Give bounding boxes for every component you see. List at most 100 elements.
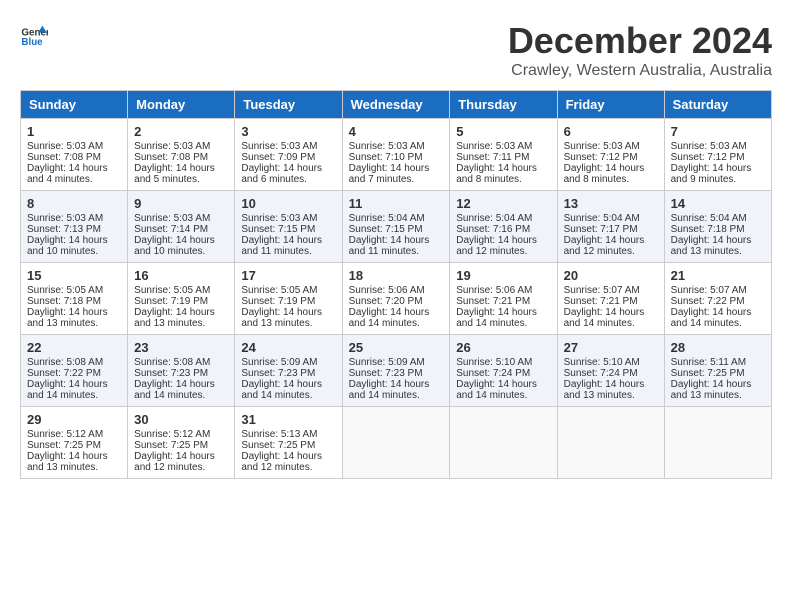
sunrise-text: Sunrise: 5:06 AM: [456, 285, 532, 296]
sunset-text: Sunset: 7:19 PM: [241, 296, 315, 307]
calendar: SundayMondayTuesdayWednesdayThursdayFrid…: [20, 90, 772, 479]
header: General Blue December 2024 Crawley, West…: [20, 20, 772, 80]
sunset-text: Sunset: 7:21 PM: [564, 296, 638, 307]
header-sunday: Sunday: [21, 91, 128, 119]
sunrise-text: Sunrise: 5:03 AM: [349, 141, 425, 152]
day-number: 30: [134, 412, 228, 427]
day-number: 14: [671, 196, 765, 211]
daylight-text: Daylight: 14 hours and 14 minutes.: [349, 307, 430, 329]
sunrise-text: Sunrise: 5:07 AM: [564, 285, 640, 296]
daylight-text: Daylight: 14 hours and 14 minutes.: [456, 307, 537, 329]
calendar-cell: 22Sunrise: 5:08 AMSunset: 7:22 PMDayligh…: [21, 335, 128, 407]
location-title: Crawley, Western Australia, Australia: [508, 62, 772, 80]
sunrise-text: Sunrise: 5:03 AM: [671, 141, 747, 152]
day-number: 10: [241, 196, 335, 211]
day-number: 26: [456, 340, 550, 355]
logo: General Blue: [20, 20, 48, 48]
sunrise-text: Sunrise: 5:10 AM: [456, 357, 532, 368]
sunset-text: Sunset: 7:25 PM: [27, 440, 101, 451]
sunrise-text: Sunrise: 5:12 AM: [134, 429, 210, 440]
day-number: 27: [564, 340, 658, 355]
daylight-text: Daylight: 14 hours and 12 minutes.: [134, 451, 215, 473]
daylight-text: Daylight: 14 hours and 12 minutes.: [241, 451, 322, 473]
daylight-text: Daylight: 14 hours and 4 minutes.: [27, 163, 108, 185]
calendar-cell: 17Sunrise: 5:05 AMSunset: 7:19 PMDayligh…: [235, 263, 342, 335]
sunset-text: Sunset: 7:19 PM: [134, 296, 208, 307]
calendar-cell: 23Sunrise: 5:08 AMSunset: 7:23 PMDayligh…: [128, 335, 235, 407]
calendar-cell: 14Sunrise: 5:04 AMSunset: 7:18 PMDayligh…: [664, 191, 771, 263]
day-number: 20: [564, 268, 658, 283]
daylight-text: Daylight: 14 hours and 11 minutes.: [349, 235, 430, 257]
calendar-week-row: 1Sunrise: 5:03 AMSunset: 7:08 PMDaylight…: [21, 119, 772, 191]
sunrise-text: Sunrise: 5:05 AM: [241, 285, 317, 296]
calendar-cell: 20Sunrise: 5:07 AMSunset: 7:21 PMDayligh…: [557, 263, 664, 335]
sunset-text: Sunset: 7:23 PM: [349, 368, 423, 379]
sunrise-text: Sunrise: 5:07 AM: [671, 285, 747, 296]
sunset-text: Sunset: 7:16 PM: [456, 224, 530, 235]
svg-text:Blue: Blue: [21, 37, 43, 48]
day-number: 16: [134, 268, 228, 283]
sunset-text: Sunset: 7:12 PM: [564, 152, 638, 163]
day-number: 15: [27, 268, 121, 283]
calendar-cell: 29Sunrise: 5:12 AMSunset: 7:25 PMDayligh…: [21, 407, 128, 479]
header-tuesday: Tuesday: [235, 91, 342, 119]
calendar-cell: 21Sunrise: 5:07 AMSunset: 7:22 PMDayligh…: [664, 263, 771, 335]
sunset-text: Sunset: 7:25 PM: [671, 368, 745, 379]
sunset-text: Sunset: 7:10 PM: [349, 152, 423, 163]
sunset-text: Sunset: 7:23 PM: [134, 368, 208, 379]
sunrise-text: Sunrise: 5:03 AM: [27, 141, 103, 152]
sunrise-text: Sunrise: 5:04 AM: [564, 213, 640, 224]
sunset-text: Sunset: 7:14 PM: [134, 224, 208, 235]
header-friday: Friday: [557, 91, 664, 119]
sunrise-text: Sunrise: 5:04 AM: [349, 213, 425, 224]
title-area: December 2024 Crawley, Western Australia…: [508, 20, 772, 80]
logo-icon: General Blue: [20, 20, 48, 48]
daylight-text: Daylight: 14 hours and 14 minutes.: [134, 379, 215, 401]
sunrise-text: Sunrise: 5:05 AM: [134, 285, 210, 296]
daylight-text: Daylight: 14 hours and 14 minutes.: [241, 379, 322, 401]
calendar-cell: 25 Sunrise: 5:09 AMSunset: 7:23 PMDayligh…: [342, 335, 450, 407]
sunset-text: Sunset: 7:08 PM: [27, 152, 101, 163]
day-number: 13: [564, 196, 658, 211]
day-number: 1: [27, 124, 121, 139]
daylight-text: Daylight: 14 hours and 13 minutes.: [564, 379, 645, 401]
sunrise-text: Sunrise: 5:11 AM: [671, 357, 746, 368]
calendar-header-row: SundayMondayTuesdayWednesdayThursdayFrid…: [21, 91, 772, 119]
sunset-text: Sunset: 7:20 PM: [349, 296, 423, 307]
calendar-cell: [450, 407, 557, 479]
calendar-cell: 28Sunrise: 5:11 AMSunset: 7:25 PMDayligh…: [664, 335, 771, 407]
sunset-text: Sunset: 7:09 PM: [241, 152, 315, 163]
daylight-text: Daylight: 14 hours and 10 minutes.: [134, 235, 215, 257]
daylight-text: Daylight: 14 hours and 13 minutes.: [27, 451, 108, 473]
sunset-text: Sunset: 7:24 PM: [456, 368, 530, 379]
calendar-cell: 11Sunrise: 5:04 AMSunset: 7:15 PMDayligh…: [342, 191, 450, 263]
day-number: 17: [241, 268, 335, 283]
day-number: 24: [241, 340, 335, 355]
sunrise-text: Sunrise: 5:03 AM: [564, 141, 640, 152]
calendar-cell: 10Sunrise: 5:03 AMSunset: 7:15 PMDayligh…: [235, 191, 342, 263]
daylight-text: Daylight: 14 hours and 14 minutes.: [456, 379, 537, 401]
calendar-cell: 26 Sunrise: 5:10 AMSunset: 7:24 PMDayligh…: [450, 335, 557, 407]
calendar-cell: [664, 407, 771, 479]
day-number: 7: [671, 124, 765, 139]
calendar-week-row: 8Sunrise: 5:03 AMSunset: 7:13 PMDaylight…: [21, 191, 772, 263]
daylight-text: Daylight: 14 hours and 14 minutes.: [349, 379, 430, 401]
header-monday: Monday: [128, 91, 235, 119]
sunset-text: Sunset: 7:15 PM: [349, 224, 423, 235]
day-number: 25: [349, 340, 444, 355]
daylight-text: Daylight: 14 hours and 13 minutes.: [671, 379, 752, 401]
daylight-text: Daylight: 14 hours and 8 minutes.: [456, 163, 537, 185]
sunrise-text: Sunrise: 5:09 AM: [349, 357, 425, 368]
daylight-text: Daylight: 14 hours and 12 minutes.: [564, 235, 645, 257]
sunset-text: Sunset: 7:18 PM: [27, 296, 101, 307]
sunset-text: Sunset: 7:17 PM: [564, 224, 638, 235]
sunset-text: Sunset: 7:22 PM: [27, 368, 101, 379]
sunrise-text: Sunrise: 5:03 AM: [241, 213, 317, 224]
sunset-text: Sunset: 7:22 PM: [671, 296, 745, 307]
day-number: 31: [241, 412, 335, 427]
daylight-text: Daylight: 14 hours and 7 minutes.: [349, 163, 430, 185]
sunrise-text: Sunrise: 5:04 AM: [456, 213, 532, 224]
daylight-text: Daylight: 14 hours and 13 minutes.: [27, 307, 108, 329]
sunrise-text: Sunrise: 5:03 AM: [134, 213, 210, 224]
day-number: 18: [349, 268, 444, 283]
